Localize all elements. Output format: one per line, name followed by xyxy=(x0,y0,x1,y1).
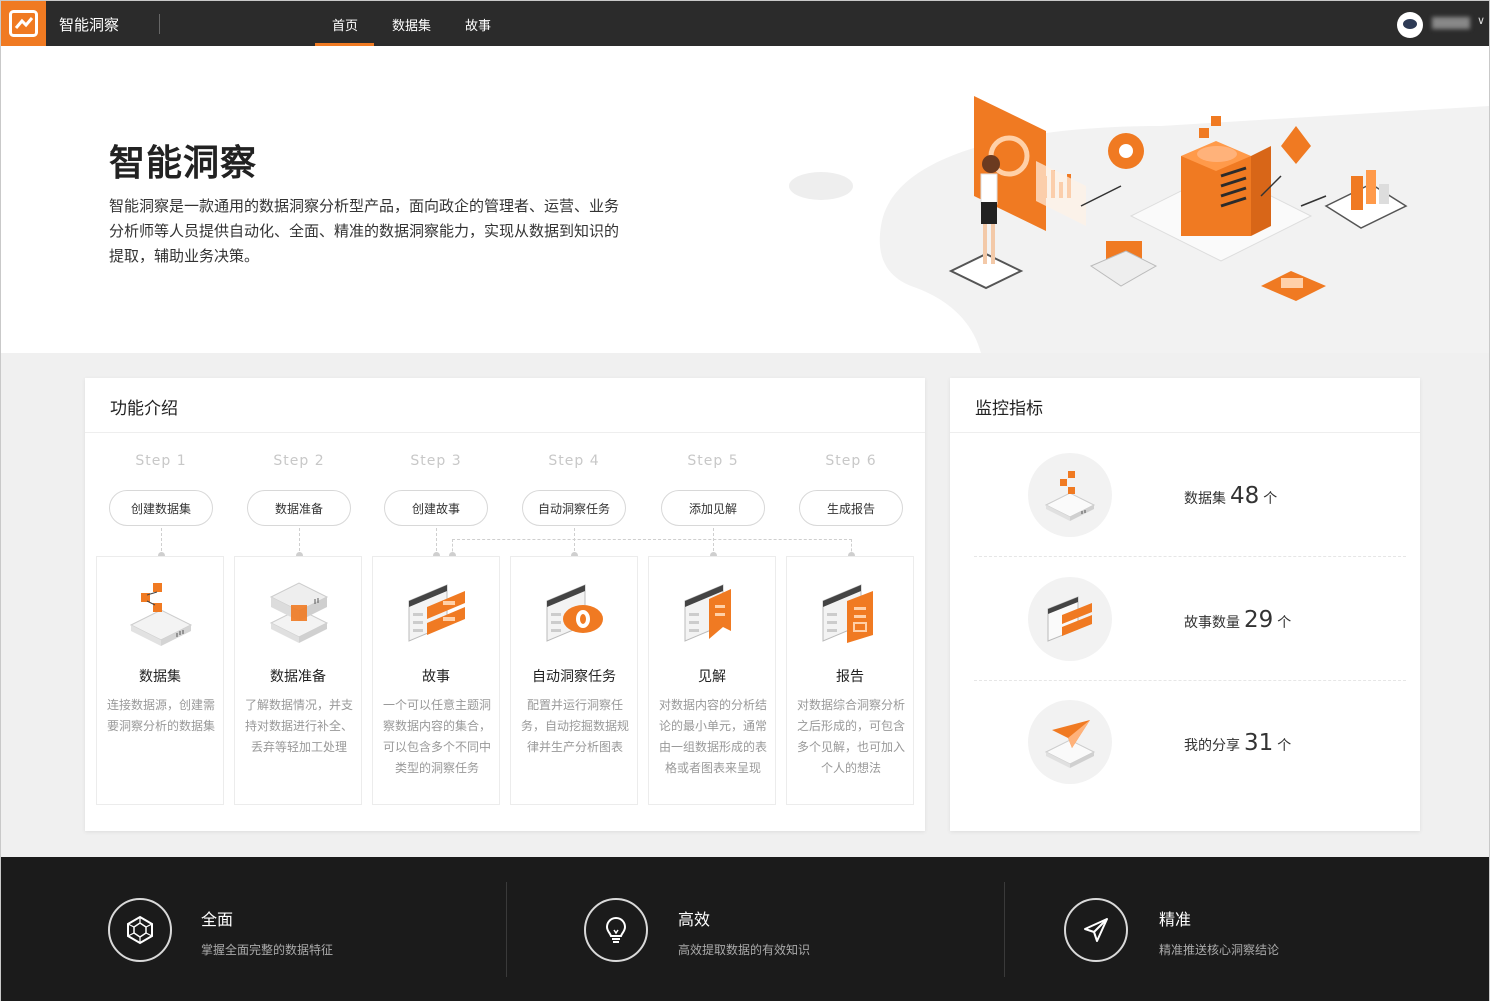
step-label: Step 6 xyxy=(825,453,877,469)
insight-icon xyxy=(684,584,731,642)
lightbulb-icon xyxy=(605,916,627,943)
hero-illustration xyxy=(789,96,1489,353)
header-divider xyxy=(159,14,160,34)
efficient-icon-wrap xyxy=(584,898,648,962)
comprehensive-icon-wrap xyxy=(108,898,172,962)
app-logo[interactable] xyxy=(1,1,46,46)
features-card: 功能介绍 Step 1 创建数据集 数据集 连接数据源，创建需要洞察分析的数据集… xyxy=(85,378,925,831)
metric-stories: 故事数量 29 个 xyxy=(1184,607,1291,633)
story-icon xyxy=(408,584,465,642)
metric-datasets: 数据集 48 个 xyxy=(1184,483,1277,509)
metric-value: 48 xyxy=(1230,483,1260,509)
features-card-header: 功能介绍 xyxy=(85,378,925,433)
feature-description: 一个可以任意主题洞察数据内容的集合，可以包含多个不同中类型的洞察任务 xyxy=(382,698,491,775)
metric-shares: 我的分享 31 个 xyxy=(1184,730,1291,756)
footer-subtitle: 掌握全面完整的数据特征 xyxy=(201,943,334,957)
metrics-title: 监控指标 xyxy=(975,399,1043,419)
share-metric-icon-wrap xyxy=(1028,700,1112,784)
feature-name: 见解 xyxy=(698,669,726,685)
username-blurred[interactable] xyxy=(1432,17,1470,29)
feature-name: 报告 xyxy=(836,669,864,685)
data-prep-button[interactable]: 数据准备 xyxy=(247,490,351,526)
footer-subtitle: 精准推送核心洞察结论 xyxy=(1159,943,1280,957)
feature-description: 对数据综合洞察分析之后形成的，可包含多个见解，也可加入个人的想法 xyxy=(796,698,905,775)
divider xyxy=(974,556,1406,557)
footer-subtitle: 高效提取数据的有效知识 xyxy=(678,943,811,957)
send-icon xyxy=(1084,918,1108,942)
hero-desc-line: 智能洞察是一款通用的数据洞察分析型产品，面向政企的管理者、运营、业务 xyxy=(109,197,620,215)
footer-title: 全面 xyxy=(201,910,234,929)
step-label: Step 4 xyxy=(548,453,600,469)
auto-insight-task-button[interactable]: 自动洞察任务 xyxy=(522,490,626,526)
metrics-card-header: 监控指标 xyxy=(950,378,1420,433)
feature-description: 对数据内容的分析结论的最小单元，通常由一组数据形成的表格或者图表来呈现 xyxy=(658,698,767,775)
create-dataset-button[interactable]: 创建数据集 xyxy=(109,490,213,526)
top-bar: 智能洞察 首页 数据集 故事 ∨ xyxy=(1,1,1489,46)
page-title: 智能洞察 xyxy=(109,143,258,184)
metric-unit: 个 xyxy=(1263,491,1278,507)
step-label: Step 5 xyxy=(687,453,739,469)
feature-name: 故事 xyxy=(422,669,450,685)
precise-icon-wrap xyxy=(1064,898,1128,962)
footer-divider xyxy=(506,882,507,977)
metric-value: 29 xyxy=(1244,607,1274,633)
dataset-icon xyxy=(129,583,193,646)
tab-datasets[interactable]: 数据集 xyxy=(392,15,431,34)
feature-description: 配置并运行洞察任务，自动挖掘数据规律并生产分析图表 xyxy=(520,698,629,754)
feature-box-insight[interactable]: 见解 对数据内容的分析结论的最小单元，通常由一组数据形成的表格或者图表来呈现 xyxy=(648,556,776,805)
logo-icon xyxy=(9,10,38,37)
data-prep-icon xyxy=(269,582,329,643)
feature-box-dataset[interactable]: 数据集 连接数据源，创建需要洞察分析的数据集 xyxy=(96,556,224,805)
metric-label: 我的分享 xyxy=(1184,738,1240,754)
footer-title: 精准 xyxy=(1159,910,1192,929)
feature-description: 连接数据源，创建需要洞察分析的数据集 xyxy=(106,698,215,733)
hero-banner: 智能洞察 智能洞察是一款通用的数据洞察分析型产品，面向政企的管理者、运营、业务 … xyxy=(1,46,1489,353)
create-story-button[interactable]: 创建故事 xyxy=(384,490,488,526)
feature-box-report[interactable]: 报告 对数据综合洞察分析之后形成的，可包含多个见解，也可加入个人的想法 xyxy=(786,556,914,805)
chevron-down-icon[interactable]: ∨ xyxy=(1477,14,1485,27)
paper-plane-icon xyxy=(1044,720,1096,768)
footer: 全面 掌握全面完整的数据特征 高效 高效提取数据的有效知识 精准 精准推送核心洞… xyxy=(1,857,1489,1001)
feature-box-auto-insight[interactable]: 自动洞察任务 配置并运行洞察任务，自动挖掘数据规律并生产分析图表 xyxy=(510,556,638,805)
feature-name: 数据准备 xyxy=(270,669,326,685)
app-title: 智能洞察 xyxy=(59,16,120,34)
tab-home[interactable]: 首页 xyxy=(332,15,358,34)
feature-description: 了解数据情况，并支持对数据进行补全、丢弃等轻加工处理 xyxy=(244,698,353,754)
step-label: Step 2 xyxy=(273,453,325,469)
generate-report-button[interactable]: 生成报告 xyxy=(799,490,903,526)
feature-box-data-prep[interactable]: 数据准备 了解数据情况，并支持对数据进行补全、丢弃等轻加工处理 xyxy=(234,556,362,805)
dataset-icon xyxy=(1044,471,1096,521)
feature-name: 自动洞察任务 xyxy=(532,669,616,685)
network-icon xyxy=(127,915,153,945)
tab-stories[interactable]: 故事 xyxy=(465,15,491,34)
metrics-card: 监控指标 数据集 48 个 故事数量 29 个 我的分享 31 个 xyxy=(950,378,1420,831)
add-insight-button[interactable]: 添加见解 xyxy=(661,490,765,526)
report-icon xyxy=(822,584,873,643)
hero-desc-line: 分析师等人员提供自动化、全面、精准的数据洞察能力，实现从数据到知识的 xyxy=(109,222,620,240)
divider xyxy=(974,680,1406,681)
footer-title: 高效 xyxy=(678,910,711,929)
metric-label: 数据集 xyxy=(1184,491,1226,507)
story-metric-icon-wrap xyxy=(1028,577,1112,661)
feature-box-story[interactable]: 故事 一个可以任意主题洞察数据内容的集合，可以包含多个不同中类型的洞察任务 xyxy=(372,556,500,805)
hero-desc-line: 提取，辅助业务决策。 xyxy=(109,247,260,265)
metric-unit: 个 xyxy=(1277,615,1292,631)
metric-value: 31 xyxy=(1244,730,1274,756)
avatar[interactable] xyxy=(1397,12,1423,38)
hero-description: 智能洞察是一款通用的数据洞察分析型产品，面向政企的管理者、运营、业务 分析师等人… xyxy=(109,194,689,269)
metric-label: 故事数量 xyxy=(1184,615,1240,631)
connector-line xyxy=(452,539,852,540)
footer-divider xyxy=(1004,882,1005,977)
features-title: 功能介绍 xyxy=(110,399,178,419)
step-label: Step 1 xyxy=(135,453,187,469)
dataset-metric-icon-wrap xyxy=(1028,453,1112,537)
story-icon xyxy=(1047,596,1092,642)
metric-unit: 个 xyxy=(1277,738,1292,754)
auto-insight-icon xyxy=(546,584,603,642)
step-label: Step 3 xyxy=(410,453,462,469)
feature-name: 数据集 xyxy=(139,669,181,685)
